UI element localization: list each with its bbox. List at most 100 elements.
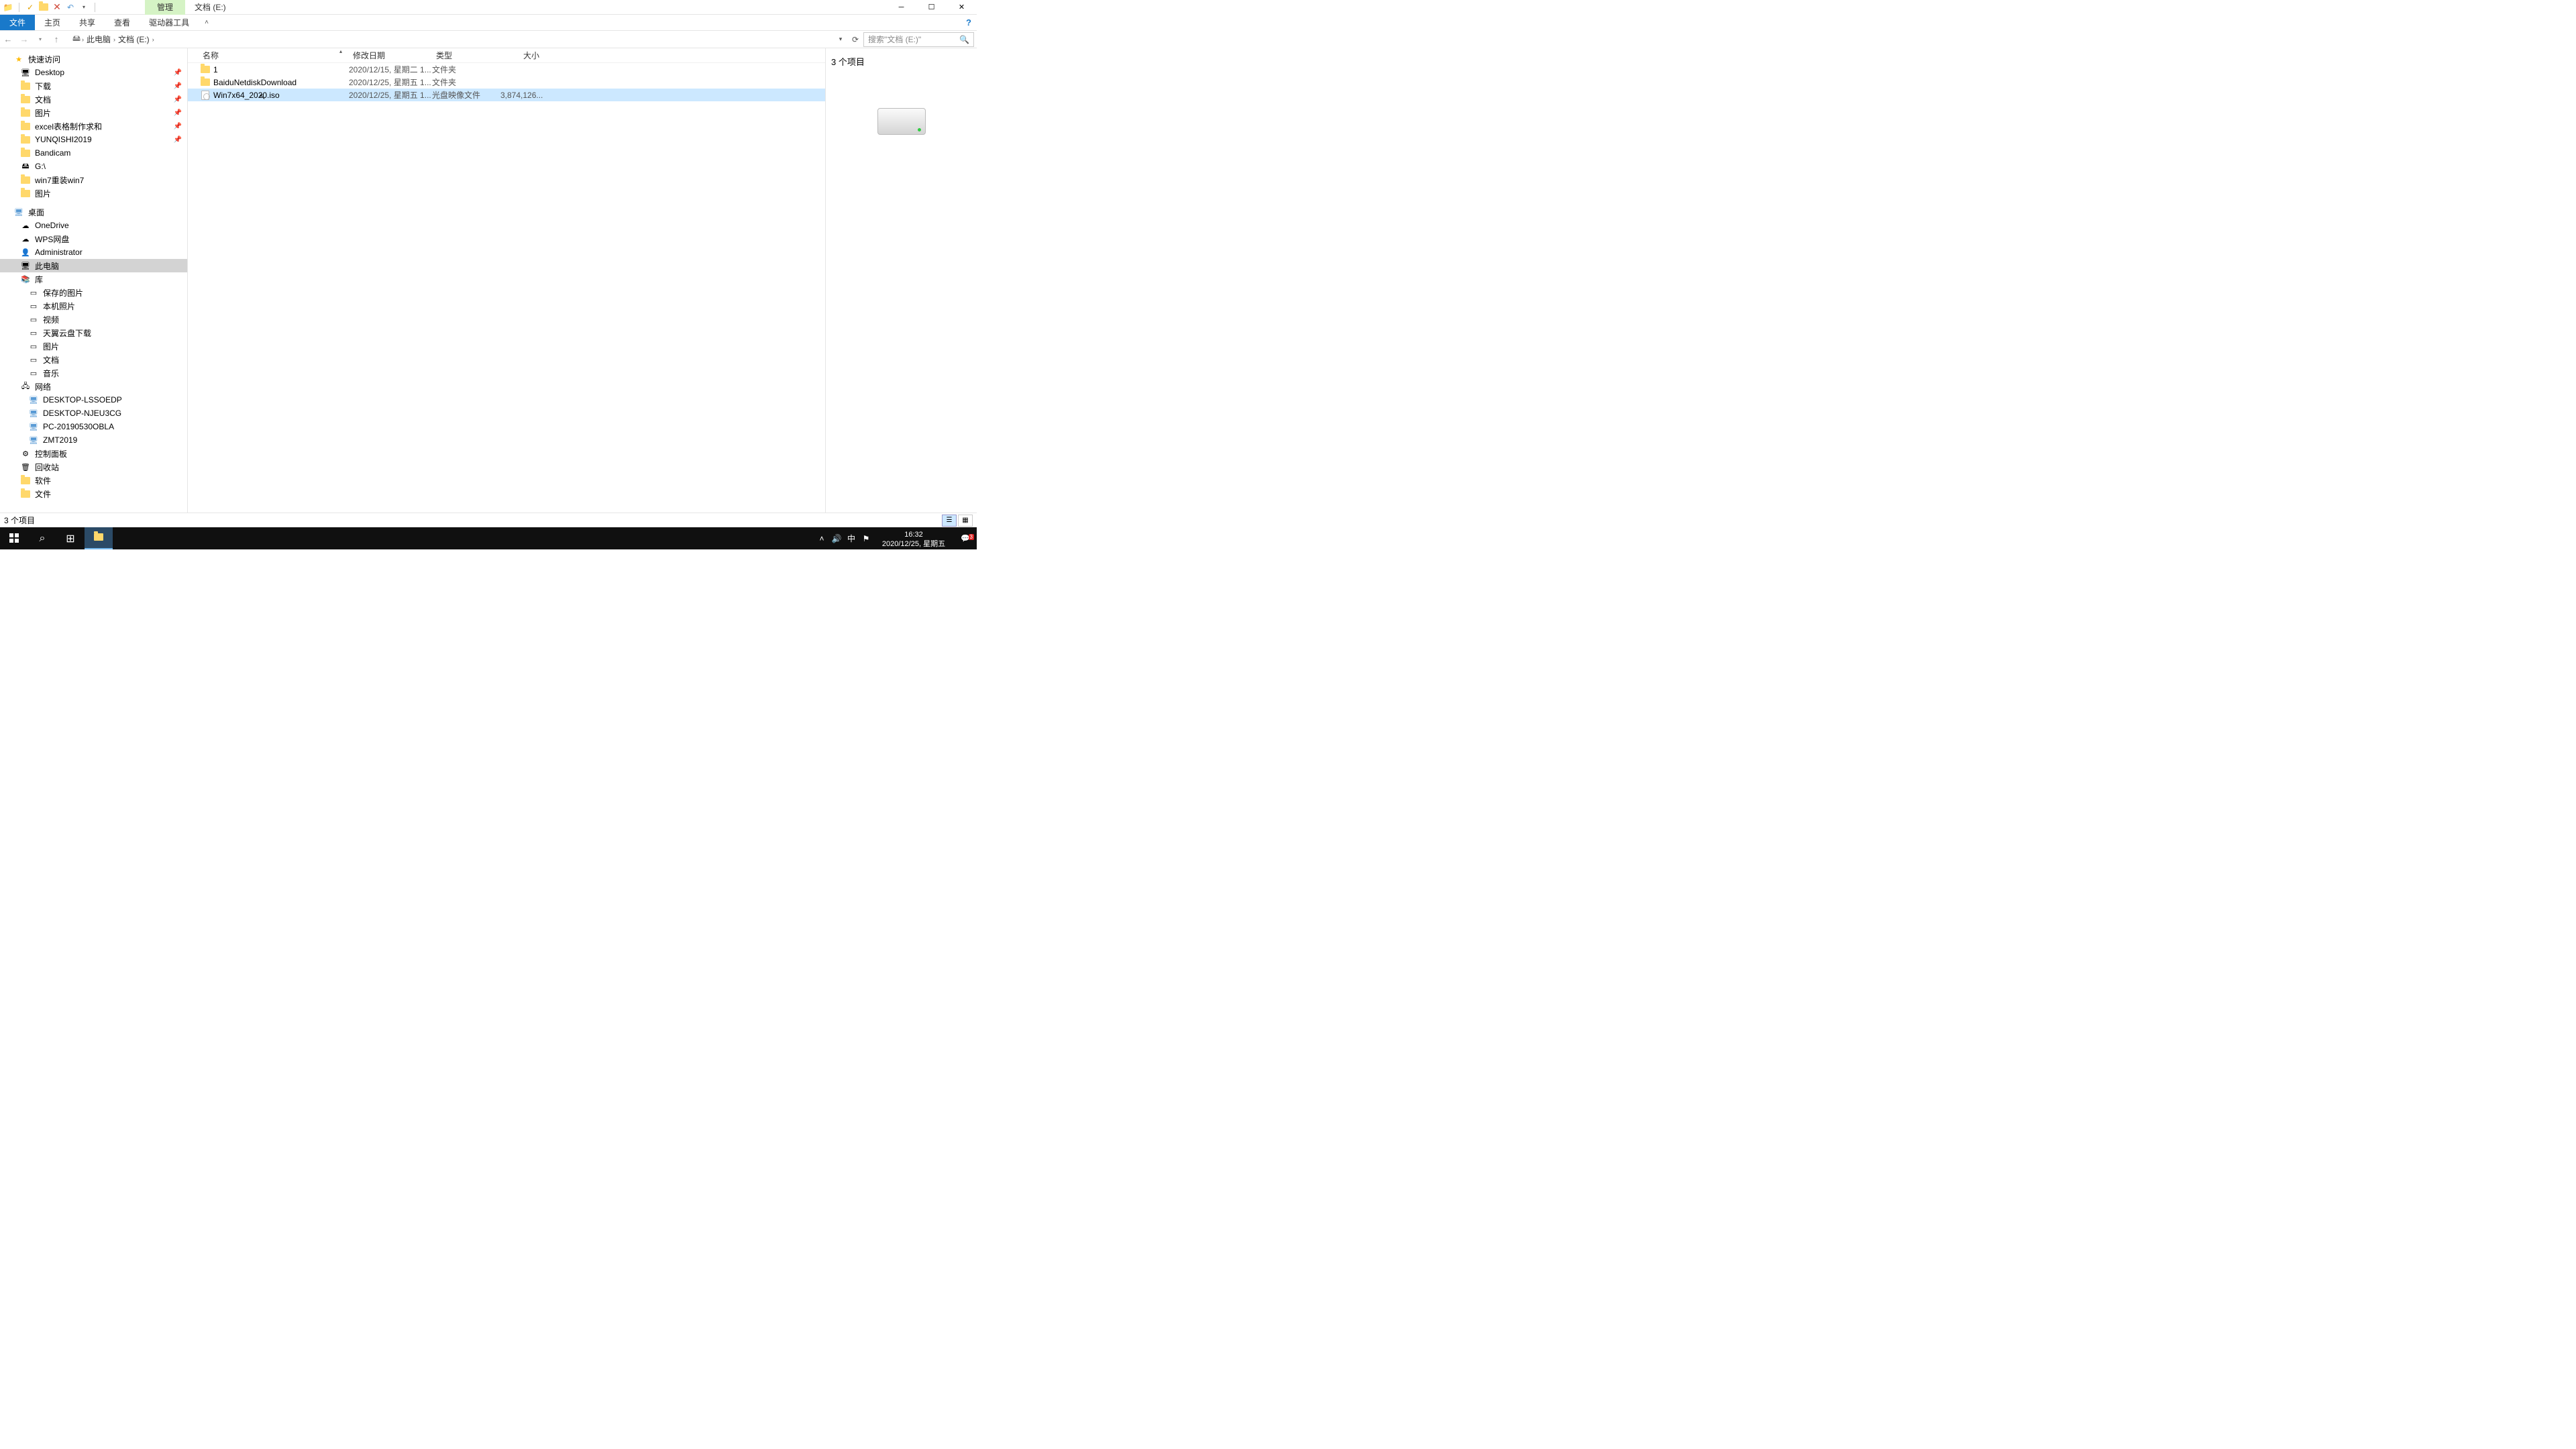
recent-dropdown-icon[interactable]: ▾ xyxy=(32,32,48,48)
explorer-taskbar-button[interactable] xyxy=(85,527,113,549)
nav-desktop-root[interactable]: 🖥 桌面 xyxy=(0,205,187,219)
nav-library-item[interactable]: ▭文档 xyxy=(0,353,187,366)
contextual-tab-label[interactable]: 管理 xyxy=(145,0,185,15)
qat-undo-icon[interactable]: ↶ xyxy=(65,2,76,13)
nav-network-item[interactable]: 🖥DESKTOP-LSSOEDP xyxy=(0,393,187,407)
task-view-button[interactable]: ⊞ xyxy=(56,527,85,549)
search-input[interactable]: 搜索"文档 (E:)" 🔍 xyxy=(863,32,974,47)
breadcrumb-location[interactable]: 文档 (E:) xyxy=(115,34,152,45)
nav-label: 回收站 xyxy=(35,462,59,473)
nav-network-item[interactable]: 🖥PC-20190530OBLA xyxy=(0,420,187,433)
file-type: 光盘映像文件 xyxy=(432,89,500,101)
tab-view[interactable]: 查看 xyxy=(105,15,140,30)
breadcrumb[interactable]: 🖴 › 此电脑 › 文档 (E:) › xyxy=(68,34,834,45)
ribbon-tabs: 文件 主页 共享 查看 驱动器工具 ˄ ? xyxy=(0,15,977,31)
nav-qa-item[interactable]: 🖴G:\ xyxy=(0,160,187,173)
volume-icon[interactable]: 🔊 xyxy=(829,527,844,549)
ribbon-collapse-icon[interactable]: ˄ xyxy=(199,15,215,30)
computer-icon: 🖥 xyxy=(28,421,39,432)
tray-overflow-icon[interactable]: ˄ xyxy=(814,527,829,549)
breadcrumb-this-pc[interactable]: 此电脑 xyxy=(84,34,113,45)
file-row[interactable]: 1 2020/12/15, 星期二 1... 文件夹 xyxy=(188,63,825,76)
folder-icon xyxy=(20,80,31,91)
status-bar: 3 个项目 ☰ ▦ xyxy=(0,513,977,527)
tab-share[interactable]: 共享 xyxy=(70,15,105,30)
nav-qa-item[interactable]: 下载📌 xyxy=(0,79,187,93)
search-button[interactable]: ⌕ xyxy=(28,527,56,549)
file-row[interactable]: Win7x64_2020.iso↖ 2020/12/25, 星期五 1... 光… xyxy=(188,89,825,101)
address-dropdown-icon[interactable]: ▾ xyxy=(834,36,847,43)
nav-files-folder[interactable]: 文件 xyxy=(0,487,187,500)
nav-qa-item[interactable]: 文档📌 xyxy=(0,93,187,106)
nav-desktop-item[interactable]: ☁OneDrive xyxy=(0,219,187,232)
nav-network-item[interactable]: 🖥DESKTOP-NJEU3CG xyxy=(0,407,187,420)
nav-library-item[interactable]: ▭音乐 xyxy=(0,366,187,380)
column-header-name[interactable]: 名称 ▴ xyxy=(197,50,347,61)
security-icon[interactable]: ⚑ xyxy=(859,527,873,549)
pin-icon: 📌 xyxy=(174,136,182,144)
nav-library-item[interactable]: ▭视频 xyxy=(0,313,187,326)
nav-library-item[interactable]: ▭本机照片 xyxy=(0,299,187,313)
refresh-button[interactable]: ⟳ xyxy=(847,35,863,44)
nav-qa-item[interactable]: win7重装win7 xyxy=(0,173,187,186)
nav-software[interactable]: 软件 xyxy=(0,474,187,487)
chevron-right-icon[interactable]: › xyxy=(152,36,154,43)
nav-qa-item[interactable]: YUNQISHI2019📌 xyxy=(0,133,187,146)
up-button[interactable]: ↑ xyxy=(48,32,64,48)
qat-dropdown-icon[interactable]: ▾ xyxy=(78,2,89,13)
nav-label: G:\ xyxy=(35,162,46,171)
mouse-cursor-icon: ↖ xyxy=(259,92,266,101)
maximize-button[interactable]: ☐ xyxy=(916,0,947,15)
nav-recycle[interactable]: 🗑 回收站 xyxy=(0,460,187,474)
nav-library-item[interactable]: ▭天翼云盘下载 xyxy=(0,326,187,339)
nav-qa-item[interactable]: 🖥Desktop📌 xyxy=(0,66,187,79)
start-button[interactable] xyxy=(0,527,28,549)
tab-drive-tools[interactable]: 驱动器工具 xyxy=(140,15,199,30)
nav-desktop-item[interactable]: 📚库 xyxy=(0,272,187,286)
nav-desktop-item[interactable]: 🖥此电脑 xyxy=(0,259,187,272)
file-row[interactable]: BaiduNetdiskDownload 2020/12/25, 星期五 1..… xyxy=(188,76,825,89)
action-center-button[interactable]: 💬 3 xyxy=(954,534,977,543)
qat-delete-icon[interactable]: ✕ xyxy=(52,2,62,13)
tab-file[interactable]: 文件 xyxy=(0,15,35,30)
nav-desktop-item[interactable]: ☁WPS网盘 xyxy=(0,232,187,246)
tab-home[interactable]: 主页 xyxy=(35,15,70,30)
nav-desktop-item[interactable]: 👤Administrator xyxy=(0,246,187,259)
folder-icon xyxy=(200,77,211,88)
details-view-button[interactable]: ☰ xyxy=(942,515,957,527)
folder-icon xyxy=(20,121,31,131)
system-tray: ˄ 🔊 中 ⚑ 16:32 2020/12/25, 星期五 💬 3 xyxy=(814,527,977,549)
nav-control-panel[interactable]: ⚙ 控制面板 xyxy=(0,447,187,460)
nav-qa-item[interactable]: excel表格制作求和📌 xyxy=(0,119,187,133)
nav-library-item[interactable]: ▭图片 xyxy=(0,339,187,353)
clock[interactable]: 16:32 2020/12/25, 星期五 xyxy=(873,528,954,549)
column-header-type[interactable]: 类型 xyxy=(431,50,499,61)
nav-network[interactable]: 🖧 网络 xyxy=(0,380,187,393)
nav-network-item[interactable]: 🖥ZMT2019 xyxy=(0,433,187,447)
nav-quick-access[interactable]: ★ 快速访问 xyxy=(0,52,187,66)
search-icon[interactable]: 🔍 xyxy=(959,35,969,44)
file-name: 1 xyxy=(211,65,349,74)
ime-indicator[interactable]: 中 xyxy=(844,527,859,549)
icons-view-button[interactable]: ▦ xyxy=(958,515,973,527)
nav-qa-item[interactable]: 图片 xyxy=(0,186,187,200)
nav-label: Bandicam xyxy=(35,148,70,158)
quick-access-toolbar: 📁 ✓ ✕ ↶ ▾ xyxy=(0,0,98,14)
qat-new-folder-icon[interactable] xyxy=(38,2,49,13)
close-button[interactable]: ✕ xyxy=(947,0,977,15)
column-header-date[interactable]: 修改日期 xyxy=(347,50,431,61)
nav-qa-item[interactable]: 图片📌 xyxy=(0,106,187,119)
qat-properties-icon[interactable]: ✓ xyxy=(25,2,36,13)
nav-qa-item[interactable]: Bandicam xyxy=(0,146,187,160)
back-button[interactable]: ← xyxy=(0,32,16,48)
forward-button[interactable]: → xyxy=(16,32,32,48)
minimize-button[interactable]: ─ xyxy=(886,0,916,15)
file-date: 2020/12/15, 星期二 1... xyxy=(349,64,432,75)
nav-label: 桌面 xyxy=(28,207,44,218)
column-header-size[interactable]: 大小 xyxy=(499,50,539,61)
nav-library-item[interactable]: ▭保存的图片 xyxy=(0,286,187,299)
file-type: 文件夹 xyxy=(432,64,500,75)
task-view-icon: ⊞ xyxy=(66,532,74,545)
file-name: Win7x64_2020.iso↖ xyxy=(211,91,349,100)
help-icon[interactable]: ? xyxy=(961,15,977,30)
